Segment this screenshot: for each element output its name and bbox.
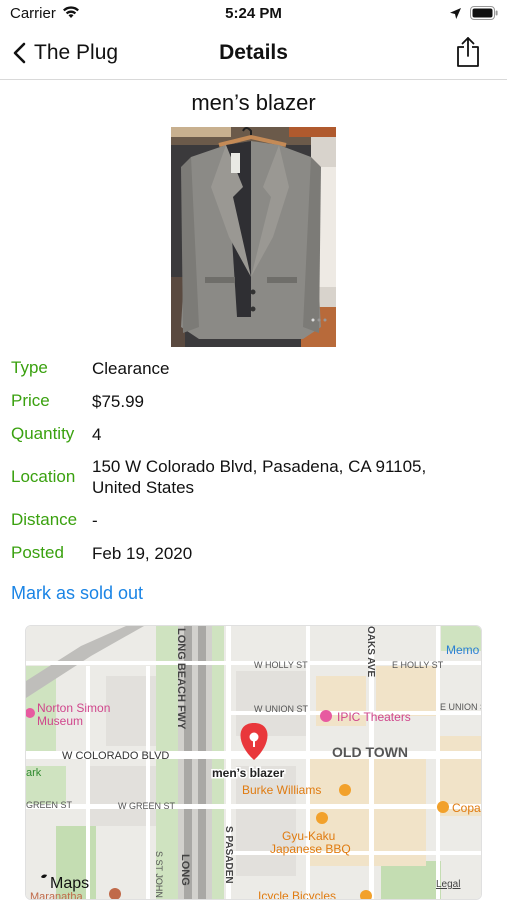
restaurant-poi-icon <box>316 812 328 824</box>
item-photo <box>171 127 336 347</box>
theater-poi-icon <box>320 710 332 722</box>
detail-row-type: Type Clearance <box>11 355 170 381</box>
school-poi-icon <box>109 888 121 899</box>
detail-label: Type <box>11 358 48 377</box>
map-place-label: ark <box>26 767 42 779</box>
navigation-bar: The Plug Details <box>0 28 507 80</box>
detail-label: Price <box>11 391 50 410</box>
map-place-label: IPIC Theaters <box>337 710 411 724</box>
map-place-label: Maranatha <box>30 891 83 900</box>
detail-value: Feb 19, 2020 <box>92 543 193 563</box>
map-street-label: GREEN ST <box>26 800 73 810</box>
detail-row-quantity: Quantity 4 <box>11 421 101 447</box>
detail-value: 4 <box>92 424 102 444</box>
detail-label: Location <box>11 467 76 486</box>
map-street-label: W COLORADO BLVD <box>62 750 169 762</box>
page-title: Details <box>219 41 288 64</box>
detail-row-posted: Posted Feb 19, 2020 <box>11 540 192 566</box>
map-street-label: E HOLLY ST <box>392 660 444 670</box>
location-line-1: 150 W Colorado Blvd, Pasadena, CA 91105, <box>92 457 427 476</box>
status-time: 5:24 PM <box>225 5 282 22</box>
detail-row-location: Location 150 W Colorado Blvd, Pasadena, … <box>11 454 426 500</box>
detail-value: Clearance <box>92 358 170 378</box>
location-map[interactable]: W HOLLY ST E HOLLY ST W UNION ST E UNION… <box>25 625 482 900</box>
battery-icon <box>470 6 498 20</box>
share-icon[interactable] <box>455 36 481 68</box>
location-line-2: United States <box>92 478 195 497</box>
map-place-label: Icycle Bicycles <box>258 889 336 900</box>
map-street-label: LONG <box>179 854 191 886</box>
detail-row-distance: Distance - <box>11 507 98 533</box>
map-place-label: Copa <box>452 801 481 815</box>
detail-label: Quantity <box>11 424 75 443</box>
map-place-label: Gyu-Kaku <box>282 829 335 843</box>
status-bar: Carrier 5:24 PM <box>0 0 507 28</box>
map-pin-label: men’s blazer <box>212 766 285 780</box>
detail-value: $75.99 <box>92 391 144 411</box>
map-place-label: OLD TOWN <box>332 744 408 760</box>
detail-label: Posted <box>11 543 64 562</box>
map-place-label: Museum <box>37 714 83 728</box>
detail-label: Distance <box>11 510 78 529</box>
legal-link[interactable]: Legal <box>436 879 460 890</box>
map-street-label: W GREEN ST <box>118 801 176 811</box>
map-place-label: Burke Williams <box>242 783 321 797</box>
location-arrow-icon <box>450 8 461 19</box>
map-street-label: OAKS AVE <box>365 626 376 677</box>
spa-poi-icon <box>339 784 351 796</box>
map-street-label: LONG BEACH FWY <box>175 628 187 730</box>
map-street-label: S PASADEN <box>223 826 234 884</box>
map-street-label: E UNION S <box>440 702 482 712</box>
map-street-label: W UNION ST <box>254 704 308 714</box>
map-street-label: S ST JOHN <box>154 851 164 898</box>
detail-value: - <box>92 510 98 530</box>
map-place-label: Japanese BBQ <box>270 842 351 856</box>
map-street-label: W HOLLY ST <box>254 660 308 670</box>
map-place-label: Memo <box>446 643 480 657</box>
item-title: men’s blazer <box>191 90 316 115</box>
mark-sold-out-link[interactable]: Mark as sold out <box>11 583 143 604</box>
detail-value: 150 W Colorado Blvd, Pasadena, CA 91105,… <box>92 456 426 498</box>
cafe-poi-icon <box>437 801 449 813</box>
detail-row-price: Price $75.99 <box>11 388 144 414</box>
maps-brand-label: Maps <box>50 875 89 892</box>
map-place-label: Norton Simon <box>37 701 110 715</box>
